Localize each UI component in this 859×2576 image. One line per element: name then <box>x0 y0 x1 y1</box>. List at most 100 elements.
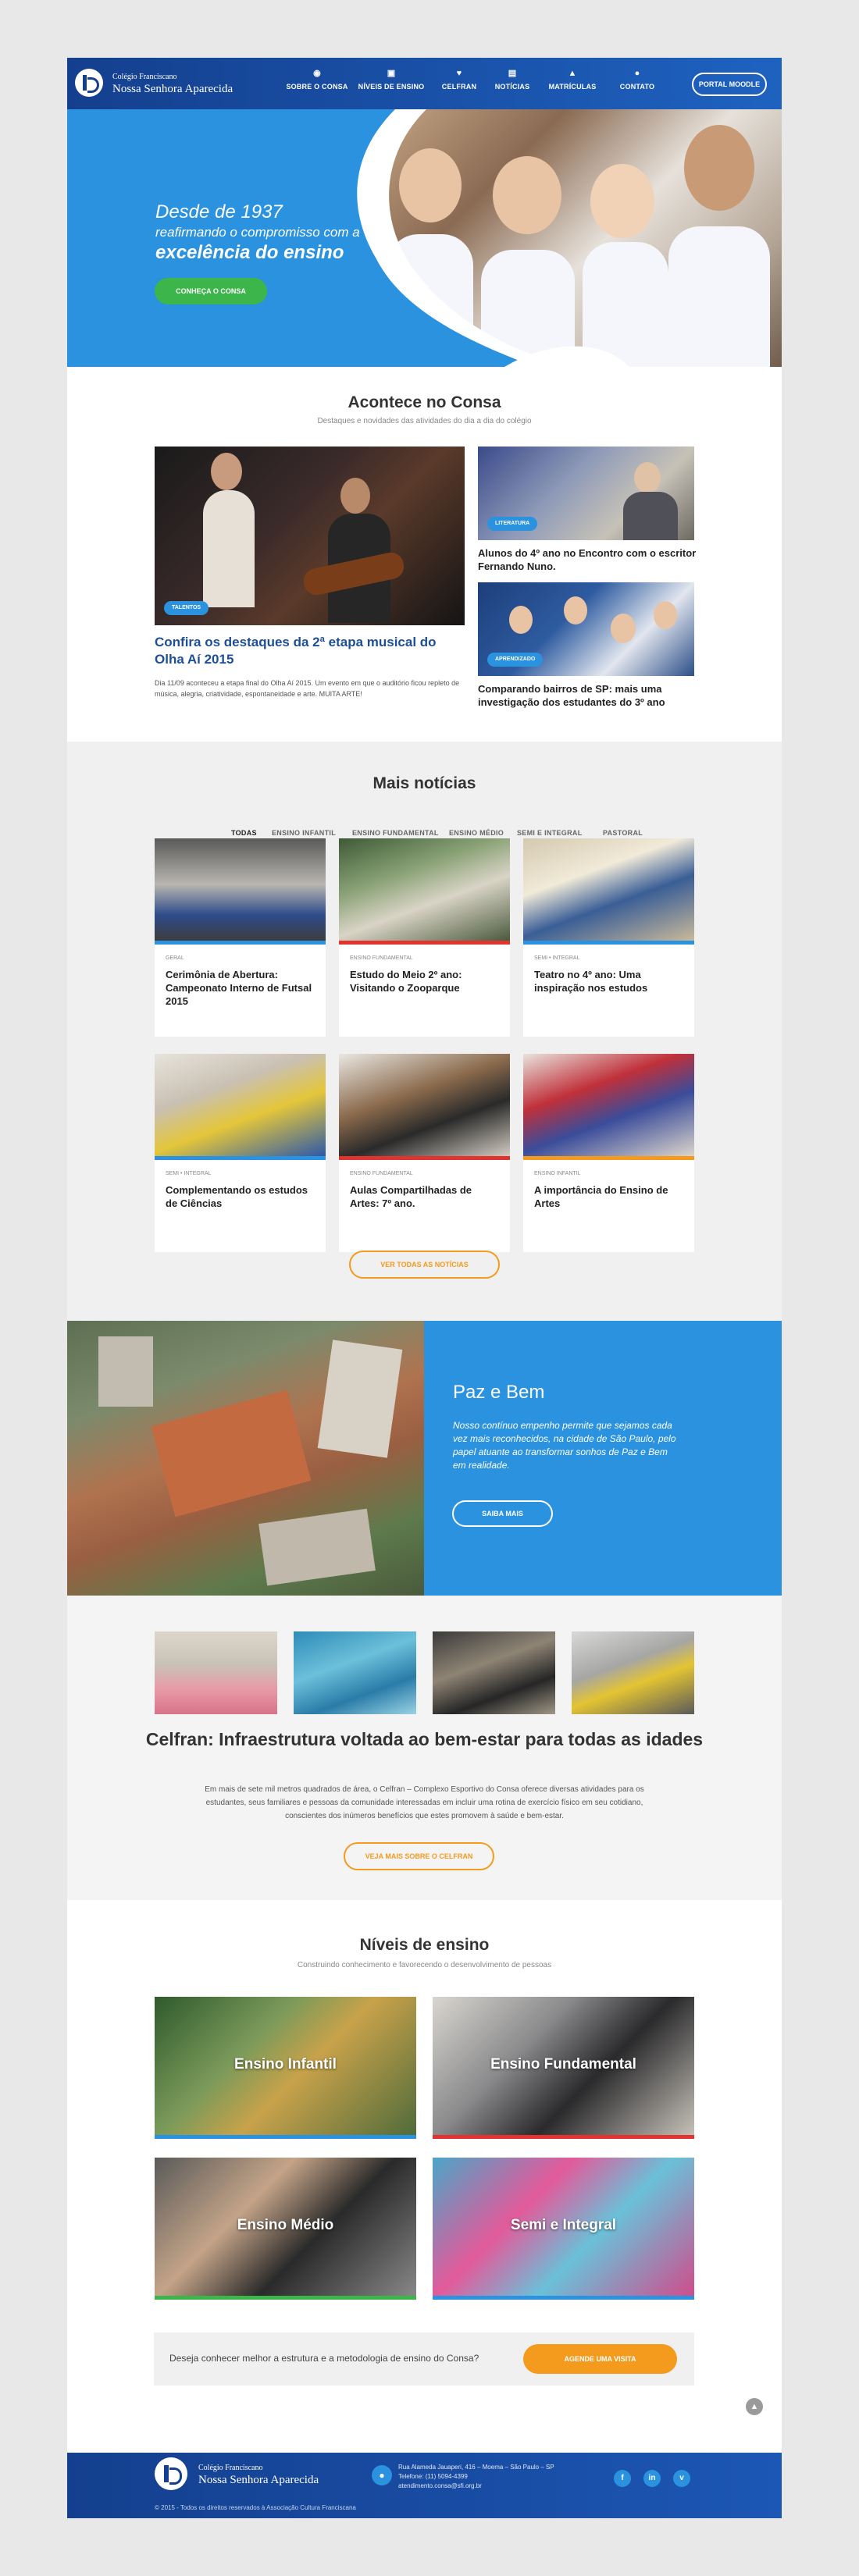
logo-big-text[interactable]: Nossa Senhora Aparecida <box>112 83 233 96</box>
hero-banner: Desde de 1937 reafirmando o compromisso … <box>67 109 782 367</box>
tag-literatura[interactable]: LITERATURA <box>487 517 538 531</box>
news-card-category: ENSINO FUNDAMENTAL <box>350 1171 413 1176</box>
nivel-label: Ensino Médio <box>237 2217 334 2233</box>
footer-copyright: © 2015 - Todos os direitos reservados à … <box>155 2504 356 2511</box>
nav-label: SOBRE O CONSA <box>286 83 348 91</box>
news-card-category: ENSINO INFANTIL <box>534 1171 581 1176</box>
back-to-top-icon[interactable]: ▲ <box>746 2398 763 2415</box>
site-footer: Colégio Franciscano Nossa Senhora Aparec… <box>67 2453 782 2518</box>
cta-text: Deseja conhecer melhor a estrutura e a m… <box>169 2353 479 2364</box>
tab-semi-integral[interactable]: SEMI E INTEGRAL <box>517 829 583 837</box>
nivel-color-bar <box>155 2135 416 2139</box>
card-color-bar <box>155 941 326 945</box>
nivel-label: Ensino Fundamental <box>490 2056 636 2073</box>
feature-news-text: Dia 11/09 aconteceu a etapa final do Olh… <box>155 679 460 698</box>
nav-celfran[interactable]: ♥ CELFRAN <box>436 69 483 100</box>
acontece-subtitle: Destaques e novidades das atividades do … <box>317 417 532 425</box>
footer-email[interactable]: atendimento.consa@sfi.org.br <box>398 2482 482 2489</box>
heart-icon: ♥ <box>456 69 462 78</box>
ver-todas-button[interactable]: VER TODAS AS NOTÍCIAS <box>349 1251 500 1279</box>
celfran-title: Celfran: Infraestrutura voltada ao bem-e… <box>145 1729 704 1749</box>
nivel-ensino-infantil[interactable]: Ensino Infantil <box>155 1997 416 2139</box>
facebook-icon[interactable]: f <box>614 2470 631 2487</box>
saiba-mais-button[interactable]: SAIBA MAIS <box>452 1500 553 1527</box>
nav-label: NOTÍCIAS <box>494 83 530 91</box>
card-color-bar <box>523 1156 694 1160</box>
news-card[interactable]: GERAL Cerimônia de Abertura: Campeonato … <box>155 838 326 1037</box>
site-header: Colégio Franciscano Nossa Senhora Aparec… <box>67 58 782 109</box>
tag-talentos[interactable]: TALENTOS <box>164 601 209 615</box>
footer-logo-big: Nossa Senhora Aparecida <box>198 2474 319 2486</box>
news-card[interactable]: ENSINO INFANTIL A importância do Ensino … <box>523 1054 694 1252</box>
graduation-cap-icon: ▲ <box>568 69 577 78</box>
news-card-title[interactable]: Cerimônia de Abertura: Campeonato Intern… <box>166 968 318 1008</box>
tab-ensino-medio[interactable]: ENSINO MÉDIO <box>449 829 504 837</box>
vimeo-icon[interactable]: v <box>673 2470 690 2487</box>
nivel-ensino-fundamental[interactable]: Ensino Fundamental <box>433 1997 694 2139</box>
portal-moodle-button[interactable]: PORTAL MOODLE <box>692 73 767 96</box>
card-color-bar <box>155 1156 326 1160</box>
tab-ensino-fundamental[interactable]: ENSINO FUNDAMENTAL <box>352 829 439 837</box>
news-card-image <box>339 838 510 941</box>
aprendizado-news-title[interactable]: Comparando bairros de SP: mais uma inves… <box>478 682 697 709</box>
celfran-weights-photo <box>433 1631 555 1714</box>
news-card[interactable]: SEMI • INTEGRAL Complementando os estudo… <box>155 1054 326 1252</box>
news-icon: ▤ <box>508 69 517 78</box>
news-card-image <box>155 1054 326 1156</box>
nivel-semi-integral[interactable]: Semi e Integral <box>433 2158 694 2300</box>
nav-label: CELFRAN <box>441 83 477 91</box>
linkedin-icon[interactable]: in <box>643 2470 661 2487</box>
nav-niveis[interactable]: ▣ NÍVEIS DE ENSINO <box>356 69 426 100</box>
cta-box: Deseja conhecer melhor a estrutura e a m… <box>154 2332 694 2386</box>
card-color-bar <box>339 941 510 945</box>
celfran-fitness-photo <box>572 1631 694 1714</box>
veja-celfran-button[interactable]: VEJA MAIS SOBRE O CELFRAN <box>344 1842 494 1870</box>
nav-sobre[interactable]: ◉ SOBRE O CONSA <box>286 69 348 100</box>
hero-heading-3: excelência do ensino <box>155 242 344 263</box>
acontece-title: Acontece no Consa <box>348 393 501 411</box>
paz-e-bem-section: Paz e Bem Nosso contínuo empenho permite… <box>67 1321 782 1596</box>
tab-ensino-infantil[interactable]: ENSINO INFANTIL <box>272 829 336 837</box>
footer-logo-small: Colégio Franciscano <box>198 2464 263 2472</box>
nivel-label: Semi e Integral <box>510 2217 617 2233</box>
nav-label: CONTATO <box>619 83 655 91</box>
news-card[interactable]: ENSINO FUNDAMENTAL Estudo do Meio 2º ano… <box>339 838 510 1037</box>
news-card-title[interactable]: Aulas Compartilhadas de Artes: 7º ano. <box>350 1183 502 1210</box>
celfran-text: Em mais de sete mil metros quadrados de … <box>205 1785 644 1820</box>
news-card-image <box>523 838 694 941</box>
nav-matriculas[interactable]: ▲ MATRÍCULAS <box>545 69 600 100</box>
tag-aprendizado[interactable]: APRENDIZADO <box>487 653 544 667</box>
news-card-title[interactable]: Complementando os estudos de Ciências <box>166 1183 318 1210</box>
nav-contato[interactable]: ● CONTATO <box>614 69 661 100</box>
conheca-button[interactable]: CONHEÇA O CONSA <box>155 278 267 304</box>
news-card-title[interactable]: Estudo do Meio 2º ano: Visitando o Zoopa… <box>350 968 502 994</box>
celfran-gym-photo <box>155 1631 277 1714</box>
news-card-title[interactable]: Teatro no 4º ano: Uma inspiração nos est… <box>534 968 686 994</box>
acontece-section: Acontece no Consa Destaques e novidades … <box>67 367 782 742</box>
globe-icon: ◉ <box>313 69 321 78</box>
niveis-subtitle: Construindo conhecimento e favorecendo o… <box>297 1961 552 1969</box>
celfran-pool-photo <box>294 1631 416 1714</box>
footer-address: Rua Alameda Jauaperi, 416 – Moema – São … <box>398 2464 554 2471</box>
news-card[interactable]: ENSINO FUNDAMENTAL Aulas Compartilhadas … <box>339 1054 510 1252</box>
footer-logo-icon[interactable] <box>155 2457 187 2490</box>
news-card[interactable]: SEMI • INTEGRAL Teatro no 4º ano: Uma in… <box>523 838 694 1037</box>
feature-news-title[interactable]: Confira os destaques da 2ª etapa musical… <box>155 634 465 668</box>
literatura-news-title[interactable]: Alunos do 4º ano no Encontro com o escri… <box>478 546 697 573</box>
location-pin-icon: ● <box>372 2465 392 2485</box>
hero-heading-2: reafirmando o compromisso com a <box>155 225 360 240</box>
news-card-category: SEMI • INTEGRAL <box>166 1171 212 1176</box>
logo-small-text[interactable]: Colégio Franciscano <box>112 73 176 81</box>
page: Colégio Franciscano Nossa Senhora Aparec… <box>67 58 782 2518</box>
news-card-image <box>155 838 326 941</box>
tab-pastoral[interactable]: PASTORAL <box>603 829 643 837</box>
nav-noticias[interactable]: ▤ NOTÍCIAS <box>489 69 536 100</box>
feature-news-image[interactable] <box>155 447 465 625</box>
chat-icon: ● <box>634 69 640 78</box>
nivel-ensino-medio[interactable]: Ensino Médio <box>155 2158 416 2300</box>
logo-icon[interactable] <box>75 69 103 97</box>
aerial-campus-photo <box>67 1321 424 1596</box>
niveis-section: Níveis de ensino Construindo conheciment… <box>67 1900 782 2393</box>
news-card-title[interactable]: A importância do Ensino de Artes <box>534 1183 686 1210</box>
agende-visita-button[interactable]: AGENDE UMA VISITA <box>523 2344 677 2374</box>
